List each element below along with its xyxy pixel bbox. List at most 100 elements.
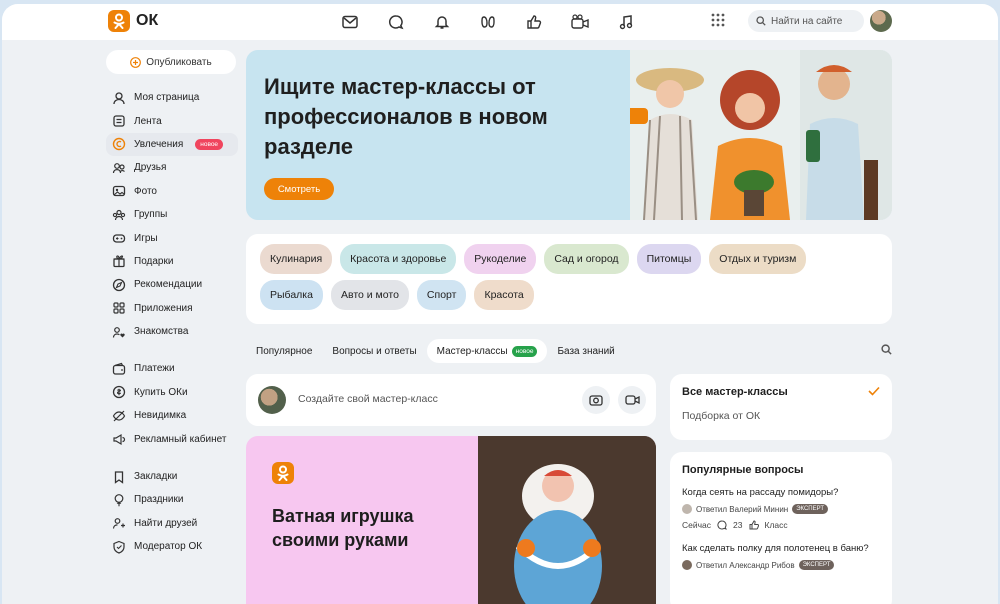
masterclass-card[interactable]: Ватная игрушка своими руками (246, 436, 656, 604)
guests-icon[interactable] (476, 10, 500, 34)
comment-icon[interactable] (717, 520, 727, 530)
like-icon[interactable] (522, 10, 546, 34)
sidebar-item[interactable]: Друзья (106, 156, 238, 179)
add-video-button[interactable] (618, 386, 646, 414)
category-tag[interactable]: Кулинария (260, 244, 333, 274)
top-nav (338, 10, 638, 34)
tab[interactable]: Популярное (246, 339, 322, 363)
sidebar-item[interactable]: Моя страница (106, 86, 238, 109)
sidebar-item[interactable]: Праздники (106, 488, 238, 511)
ads-icon (113, 434, 126, 446)
tab[interactable]: Вопросы и ответы (322, 339, 426, 363)
sidebar-item[interactable]: Платежи (106, 357, 238, 380)
sidebar-item[interactable]: Найти друзей (106, 512, 238, 535)
apps-icon (113, 302, 125, 314)
sidebar-item[interactable]: Фото (106, 180, 238, 203)
category-tag[interactable]: Красота и здоровье (340, 244, 457, 274)
sidebar-item[interactable]: Увлечения новое (106, 132, 238, 157)
coin-icon (112, 386, 126, 399)
apps-grid-icon[interactable] (710, 12, 730, 32)
chat-icon[interactable] (384, 10, 408, 34)
sidebar-item[interactable]: Приложения (106, 297, 238, 320)
banner-title: Ищите мастер-классы от профессионалов в … (264, 74, 548, 159)
tab-label: Мастер-классы (436, 345, 508, 357)
expert-badge: ЭКСПЕРТ (792, 504, 828, 514)
ok-logo[interactable]: ОК (108, 10, 158, 32)
question-text[interactable]: Как сделать полку для полотенец в баню? (682, 542, 880, 555)
sidebar-item[interactable]: Купить ОКи (106, 381, 238, 404)
sidebar-group-payments: Платежи Купить ОКи Невидимка Рекламный каби… (106, 357, 238, 451)
category-tag[interactable]: Авто и мото (330, 280, 409, 310)
music-icon[interactable] (614, 10, 638, 34)
bell-icon[interactable] (430, 10, 454, 34)
banner-watch-button[interactable]: Смотреть (264, 178, 334, 200)
category-tag[interactable]: Сад и огород (544, 244, 629, 274)
question-text[interactable]: Когда сеять на рассаду помидоры? (682, 486, 880, 499)
tab-new-badge: новое (511, 345, 538, 357)
category-tag[interactable]: Рукоделие (464, 244, 537, 274)
sidebar-item[interactable]: Рекомендации (106, 273, 238, 296)
promo-banner[interactable]: Ищите мастер-классы от профессионалов в … (246, 50, 892, 220)
all-masterclasses-subtitle[interactable]: Подборка от ОК (682, 410, 880, 422)
sidebar-item[interactable]: Знакомства (106, 320, 238, 343)
like-icon[interactable] (749, 520, 759, 530)
sidebar-item[interactable]: Закладки (106, 465, 238, 488)
all-masterclasses-title: Все мастер-классы (682, 386, 788, 398)
video-camera-icon (624, 395, 640, 405)
sidebar-item-label: Рекламный кабинет (134, 433, 227, 445)
search-icon (756, 16, 766, 26)
question-item[interactable]: Когда сеять на рассаду помидоры? Ответил… (682, 486, 880, 530)
question-time: Сейчас (682, 520, 712, 530)
sidebar-item-label: Купить ОКи (134, 386, 188, 398)
tab-label: Популярное (256, 345, 313, 357)
sidebar-item[interactable]: Игры (106, 226, 238, 249)
site-search[interactable]: Найти на сайте (748, 10, 864, 32)
category-tag[interactable]: Отдых и туризм (709, 244, 807, 274)
plus-circle-icon (130, 56, 142, 68)
sidebar-item[interactable]: Лента (106, 109, 238, 132)
sidebar-item-label: Фото (134, 185, 157, 197)
groups-icon (112, 209, 126, 220)
user-avatar[interactable] (870, 10, 892, 32)
add-photo-button[interactable] (582, 386, 610, 414)
create-placeholder[interactable]: Создайте свой мастер-класс (298, 393, 438, 405)
sidebar-group-extra: Закладки Праздники Найти друзей Модератор О… (106, 465, 238, 559)
answerer-avatar (682, 560, 692, 570)
sidebar-item[interactable]: Невидимка (106, 404, 238, 427)
sidebar-item[interactable]: Подарки (106, 250, 238, 273)
sidebar-item[interactable]: Модератор ОК (106, 535, 238, 558)
category-tag[interactable]: Рыбалка (260, 280, 323, 310)
tab[interactable]: Мастер-классы новое (426, 339, 548, 363)
sidebar-item-label: Модератор ОК (134, 541, 203, 553)
category-tag[interactable]: Спорт (416, 280, 467, 310)
expert-badge: ЭКСПЕРТ (798, 560, 835, 570)
sidebar-item-label: Лента (134, 115, 162, 127)
sidebar-item[interactable]: Рекламный кабинет (106, 427, 238, 450)
category-tag[interactable]: Питомцы (636, 244, 702, 274)
sidebar-item-label: Приложения (134, 302, 193, 314)
tab[interactable]: База знаний (547, 339, 624, 363)
category-tag[interactable]: Красота (474, 280, 534, 310)
publish-button[interactable]: Опубликовать (106, 50, 236, 74)
brand-name: ОК (136, 12, 159, 29)
banner-photo (630, 50, 892, 220)
sidebar-item-label: Найти друзей (134, 517, 198, 529)
friends-icon (112, 162, 125, 173)
sidebar-group-main: Моя страница Лента Увлечения новое Друзья Фот… (106, 86, 238, 343)
new-badge: новое (195, 138, 224, 150)
question-item[interactable]: Как сделать полку для полотенец в баню? … (682, 542, 880, 570)
sidebar-item[interactable]: Группы (106, 203, 238, 226)
create-masterclass-box[interactable]: Создайте свой мастер-класс (246, 374, 656, 426)
answered-by: Ответил Валерий Минин (696, 504, 789, 514)
all-masterclasses-panel[interactable]: Все мастер-классы Подборка от ОК (670, 374, 892, 440)
class-label[interactable]: Класс (765, 520, 788, 530)
browser-window: ОК Найти на сайте Опубликовать Моя стран… (2, 4, 998, 604)
tabs-search-icon[interactable] (881, 344, 892, 358)
tab-label: База знаний (557, 345, 615, 357)
wallet-icon (112, 362, 126, 375)
video-icon[interactable] (568, 10, 592, 34)
mail-icon[interactable] (338, 10, 362, 34)
user-icon (113, 92, 125, 104)
sidebar-item-label: Праздники (134, 494, 184, 506)
tab-list: Популярное Вопросы и ответы Мастер-классы н… (246, 339, 625, 363)
